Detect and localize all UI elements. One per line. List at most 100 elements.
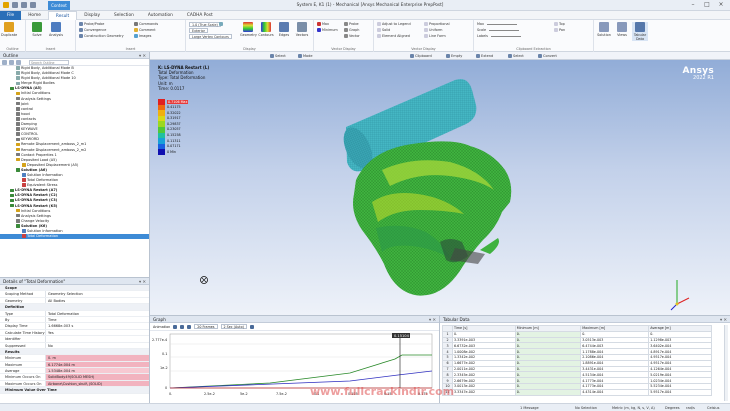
stop-icon[interactable] (187, 324, 192, 329)
property-value[interactable]: Total Deformation (46, 311, 149, 316)
geometry-button[interactable]: Geometry (240, 22, 257, 37)
redo-icon[interactable] (30, 2, 36, 8)
close-icon[interactable]: × (714, 0, 728, 10)
property-value[interactable]: Time (46, 317, 149, 322)
tab-automation[interactable]: Automation (141, 11, 180, 20)
tab-selection[interactable]: Selection (107, 11, 141, 20)
graph-button[interactable]: Graph (344, 28, 359, 32)
section-plane-button[interactable] (219, 22, 223, 26)
convergence-button[interactable]: Convergence (79, 28, 106, 32)
labels-slider[interactable]: Labels (477, 34, 521, 38)
property-name: Geometry (0, 297, 46, 304)
probe-button[interactable]: Probe/Probe (79, 22, 104, 26)
element-aligned-check[interactable]: Element Aligned (377, 34, 410, 38)
construction-geometry-button[interactable]: Construction Geometry (79, 34, 124, 38)
commands-button[interactable]: Commands (134, 22, 158, 26)
window-title: System E, K1 (1) - Mechanical [Ansys Mec… (296, 2, 444, 7)
pause-icon[interactable] (180, 324, 185, 329)
vector-button[interactable]: Vector (344, 34, 360, 38)
section-plane-icon (219, 22, 223, 26)
panel-controls-icon[interactable]: ▾ ✕ (139, 52, 146, 59)
duplicate-button[interactable]: Duplicate (1, 22, 17, 37)
top-check[interactable]: Top (554, 22, 565, 26)
tab-display[interactable]: Display (77, 11, 107, 20)
graph-annotation: 0.15104 (394, 334, 410, 338)
tab-result[interactable]: Result (47, 10, 78, 20)
property-value[interactable]: Yes (46, 330, 149, 335)
panel-controls-icon[interactable]: ▾ ✕ (139, 278, 146, 285)
minimize-icon[interactable]: – (686, 0, 700, 10)
tab-cadha-post[interactable]: CADHA Post (180, 11, 220, 20)
panel-controls-icon[interactable]: ▾ ✕ (720, 316, 727, 323)
maximize-icon[interactable]: □ (700, 0, 714, 10)
solve-button[interactable]: Solve (29, 22, 45, 37)
frames-dropdown[interactable]: 20 Frames (194, 324, 218, 329)
expand-icon[interactable] (2, 59, 7, 65)
outline-search-input[interactable]: Search Outline (29, 59, 69, 65)
undo-icon[interactable] (21, 2, 27, 8)
analysis-button[interactable]: Analysis (48, 22, 64, 37)
proportional-check[interactable]: Proportional (424, 22, 450, 26)
solution-view-button[interactable]: Solution (596, 22, 612, 37)
degrees-status[interactable]: Degrees (665, 406, 680, 410)
tree-item-label: Analysis Settings (21, 213, 51, 218)
scale-slider[interactable]: Scale (477, 28, 520, 32)
property-value[interactable]: 0. m (46, 355, 149, 361)
property-value[interactable]: All Bodies (46, 298, 149, 303)
property-value[interactable]: Airbone\Cushion_skull\ (SOLID) (46, 380, 149, 387)
line-form-check[interactable]: Line Form (424, 34, 446, 38)
property-name: Maximum (0, 361, 46, 368)
property-value[interactable] (46, 336, 149, 341)
max-button[interactable]: Max (317, 22, 329, 26)
vectors-button[interactable]: Vectors (294, 22, 310, 37)
max-slider[interactable]: Max (477, 22, 518, 26)
images-button[interactable]: Images (134, 34, 151, 38)
context-tab[interactable]: Context (48, 1, 70, 10)
tree-node-icon (16, 66, 20, 70)
property-value[interactable]: 1.5348e-004 m (46, 368, 149, 374)
outline-panel: Outline ▾ ✕ Search Outline Rigid Body, Ad… (0, 52, 150, 277)
selection-status: No Selection (575, 405, 598, 410)
app-icon (3, 2, 9, 8)
play-icon[interactable] (173, 324, 178, 329)
property-value[interactable]: 1.6668e-003 s (46, 323, 149, 328)
messages-status[interactable]: 1 Message (520, 406, 539, 410)
units-status[interactable]: Metric (m, kg, N, s, V, A) (612, 406, 655, 410)
rad-status[interactable]: rad/s (686, 406, 695, 410)
edges-button[interactable]: Edges (276, 22, 292, 37)
comment-button[interactable]: Comment (134, 28, 156, 32)
tabular-scrollbar[interactable] (724, 325, 728, 401)
uniform-check[interactable]: Uniform (424, 28, 442, 32)
contours-dropdown[interactable]: Large Vertex Contours (189, 34, 232, 39)
collapse-icon[interactable] (9, 59, 14, 65)
graphics-viewport[interactable]: Select Mode Clipboard Empty Extend Selec… (150, 52, 730, 315)
views-button[interactable]: Views (614, 22, 630, 37)
solid-check[interactable]: Solid (377, 28, 390, 32)
panel-controls-icon[interactable]: ▾ ✕ (429, 316, 436, 323)
tab-file[interactable]: File (0, 10, 22, 20)
duration-dropdown[interactable]: 2 Sec (Auto) (220, 324, 247, 329)
details-header: Details of "Total Deformation" ▾ ✕ (0, 278, 149, 285)
property-value[interactable]: No (46, 343, 149, 348)
save-icon[interactable] (12, 2, 18, 8)
scale-dropdown[interactable]: 1.0 (True Scale) (189, 22, 221, 27)
exterior-dropdown[interactable]: Exterior (189, 28, 208, 33)
celsius-status[interactable]: Celsius (707, 406, 719, 410)
probe-display-button[interactable]: Probe (344, 22, 359, 26)
contours-button[interactable]: Contours (258, 22, 274, 37)
tree-item[interactable]: Total Deformation (0, 234, 149, 240)
adjust-legend-check[interactable]: Adjust to Legend (377, 22, 411, 26)
property-value[interactable]: SolidBody49(SOLID MESH) (46, 374, 149, 380)
pan-check[interactable]: Pan (554, 28, 565, 32)
property-value[interactable]: Geometry Selection (46, 291, 149, 296)
table-row[interactable]: 11 3.3347e-002 0. 4.4314e-004 5.9517e-004 (442, 388, 712, 396)
tab-home[interactable]: Home (21, 11, 48, 20)
minimum-button[interactable]: Minimum (317, 28, 338, 32)
details-section[interactable]: Minimum Value Over Time (0, 387, 149, 394)
tree-node-icon (16, 168, 20, 172)
tree-item-label: control (21, 106, 34, 111)
tabular-data-button[interactable]: Tabular Data (632, 22, 648, 41)
filter-icon[interactable] (16, 59, 21, 65)
property-value[interactable]: 6.1774e-004 m (46, 361, 149, 368)
export-icon[interactable] (249, 324, 254, 329)
